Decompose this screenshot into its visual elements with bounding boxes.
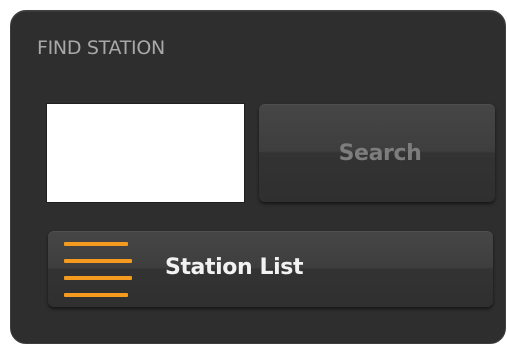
search-button-label: Search xyxy=(338,140,422,166)
station-list-button-label: Station List xyxy=(165,255,304,280)
search-button[interactable]: Search xyxy=(259,104,495,202)
find-station-panel: FIND STATION Search Station List xyxy=(10,10,506,344)
station-search-input[interactable] xyxy=(47,104,244,202)
station-list-button[interactable]: Station List xyxy=(48,231,493,307)
list-icon xyxy=(64,242,132,298)
panel-title: FIND STATION xyxy=(37,37,165,59)
